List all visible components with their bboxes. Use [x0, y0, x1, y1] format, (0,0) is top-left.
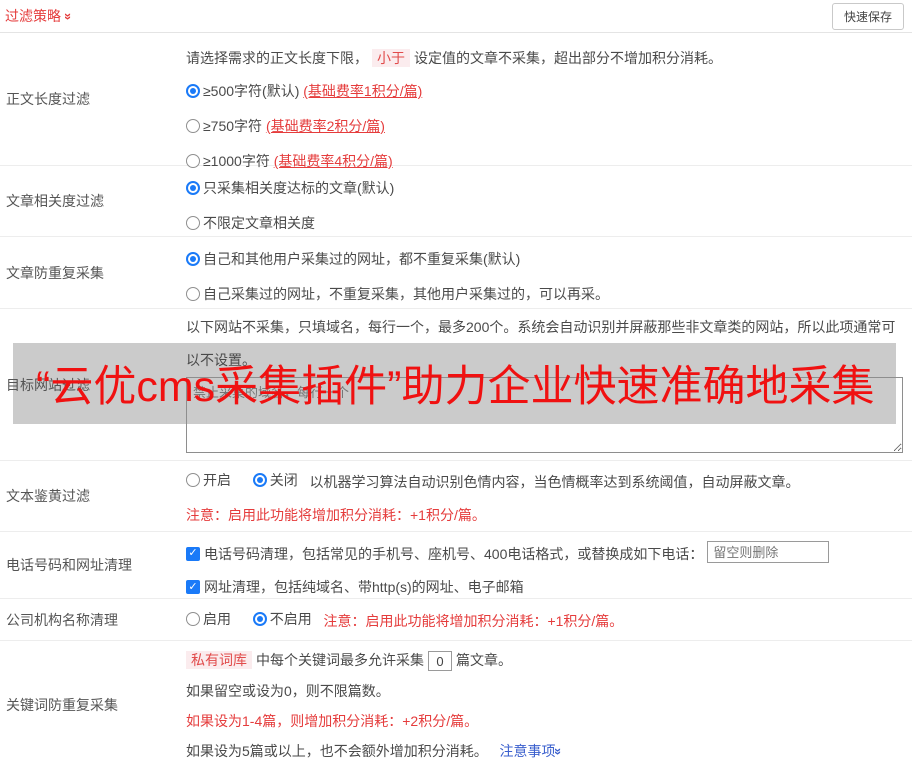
section-porn-filter-label: 文本鉴黄过滤	[6, 488, 90, 504]
porn-filter-desc: 以机器学习算法自动识别色情内容，当色情概率达到系统阈值，自动屏蔽文章。	[309, 474, 800, 490]
notes-link[interactable]: 注意事项»	[499, 743, 566, 759]
section-phone-url-clean-label: 电话号码和网址清理	[6, 557, 132, 573]
radio-selected-icon[interactable]	[252, 473, 267, 487]
radio-dedup-self[interactable]: 自己采集过的网址，不重复采集，其他用户采集过的，可以再采。	[186, 284, 609, 304]
radio-icon[interactable]	[186, 154, 200, 168]
radio-icon[interactable]	[186, 287, 200, 301]
section-porn-filter: 文本鉴黄过滤 开启 关闭 以机器学习算法自动识别色情内容，当色情概率达到系统阈值…	[0, 461, 912, 532]
page-title-text: 过滤策略	[5, 8, 61, 24]
section-phone-url-clean: 电话号码和网址清理 ✓ 电话号码清理，包括常见的手机号、座机号、400电话格式，或…	[0, 532, 912, 599]
target-site-desc: 以下网站不采集，只填域名，每行一个，最多200个。系统会自动识别并屏蔽那些非文章…	[186, 319, 896, 368]
checkbox-checked-icon[interactable]: ✓	[186, 580, 200, 594]
keyword-rule-1-4: 如果设为1-4篇，则增加积分消耗：+2积分/篇。	[186, 713, 479, 730]
checkbox-url-clean[interactable]: ✓ 网址清理，包括纯域名、带http(s)的网址、电子邮箱	[186, 577, 524, 597]
keyword-rule-5plus: 如果设为5篇或以上，也不会额外增加积分消耗。	[186, 743, 488, 760]
radio-company-on[interactable]: 启用	[186, 609, 231, 629]
keyword-rule-empty: 如果留空或设为0，则不限篇数。	[186, 683, 390, 700]
section-relevance-label: 文章相关度过滤	[6, 193, 104, 209]
porn-filter-warning: 注意：启用此功能将增加积分消耗：+1积分/篇。	[186, 507, 486, 523]
length-intro: 请选择需求的正文长度下限， 小于 设定值的文章不采集，超出部分不增加积分消耗。	[186, 49, 722, 67]
filter-strategy-page: 过滤策略 » 快速保存 正文长度过滤 请选择需求的正文长度下限， 小于 设定值的文章…	[0, 0, 912, 768]
section-keyword-dedup: 关键词防重复采集 私有词库中每个关键词最多允许采集篇文章。 如果留空或设为0，则…	[0, 641, 912, 768]
fee-note: (基础费率1积分/篇)	[303, 83, 423, 99]
blocked-domains-textarea[interactable]	[186, 377, 903, 453]
radio-selected-icon[interactable]	[186, 181, 200, 195]
max-articles-input[interactable]	[428, 651, 452, 672]
radio-relevance-any[interactable]: 不限定文章相关度	[186, 213, 315, 233]
section-target-site-label: 目标网站过滤	[6, 376, 90, 393]
radio-dedup-all[interactable]: 自己和其他用户采集过的网址，都不重复采集(默认)	[186, 249, 520, 269]
radio-selected-icon[interactable]	[186, 84, 200, 98]
section-dedup-label: 文章防重复采集	[6, 264, 104, 281]
fee-note: (基础费率2积分/篇)	[265, 118, 385, 134]
section-dedup: 文章防重复采集 自己和其他用户采集过的网址，都不重复采集(默认) 自己采集过的网…	[0, 237, 912, 309]
radio-selected-icon[interactable]	[186, 252, 200, 266]
radio-relevance-strict[interactable]: 只采集相关度达标的文章(默认)	[186, 178, 394, 198]
private-lexicon-highlight: 私有词库	[186, 651, 252, 669]
radio-length-750[interactable]: ≥750字符 (基础费率2积分/篇)	[186, 116, 385, 136]
radio-icon[interactable]	[186, 119, 200, 133]
company-clean-warning: 注意：启用此功能将增加积分消耗：+1积分/篇。	[323, 613, 624, 629]
chevron-double-down-icon: »	[61, 12, 77, 20]
radio-porn-on[interactable]: 开启	[186, 470, 231, 490]
radio-icon[interactable]	[186, 216, 200, 230]
radio-icon[interactable]	[186, 612, 200, 626]
radio-icon[interactable]	[186, 473, 200, 487]
section-keyword-dedup-label: 关键词防重复采集	[6, 696, 118, 713]
quick-save-button[interactable]: 快速保存	[831, 2, 904, 30]
section-company-clean-label: 公司机构名称清理	[6, 611, 118, 628]
less-than-highlight: 小于	[372, 49, 410, 67]
radio-selected-icon[interactable]	[252, 612, 267, 626]
replacement-phone-input[interactable]	[707, 541, 830, 564]
radio-length-500[interactable]: ≥500字符(默认) (基础费率1积分/篇)	[186, 81, 422, 101]
section-relevance: 文章相关度过滤 只采集相关度达标的文章(默认) 不限定文章相关度	[0, 166, 912, 237]
section-company-clean: 公司机构名称清理 启用 不启用 注意：启用此功能将增加积分消耗：+1积分/篇。	[0, 599, 912, 641]
page-title[interactable]: 过滤策略 »	[5, 6, 77, 26]
radio-company-off[interactable]: 不启用	[252, 609, 312, 629]
checkbox-phone-clean[interactable]: ✓ 电话号码清理，包括常见的手机号、座机号、400电话格式，或替换成如下电话：	[186, 544, 703, 564]
radio-porn-off[interactable]: 关闭	[252, 470, 298, 490]
chevron-double-down-icon: »	[551, 748, 567, 756]
topbar: 过滤策略 » 快速保存	[0, 0, 912, 33]
checkbox-checked-icon[interactable]: ✓	[186, 546, 200, 561]
section-text-length-label: 正文长度过滤	[6, 91, 90, 107]
section-text-length: 正文长度过滤 请选择需求的正文长度下限， 小于 设定值的文章不采集，超出部分不增加积…	[0, 33, 912, 169]
section-target-site: 目标网站过滤 以下网站不采集，只填域名，每行一个，最多200个。系统会自动识别并…	[0, 309, 912, 461]
